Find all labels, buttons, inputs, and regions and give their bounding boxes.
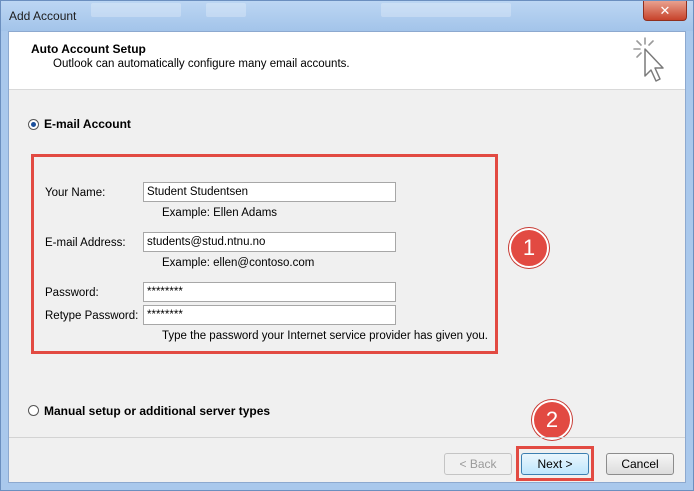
back-button[interactable]: < Back: [444, 453, 512, 475]
close-button[interactable]: ✕: [643, 1, 687, 21]
email-account-label[interactable]: E-mail Account: [44, 117, 131, 131]
dialog-content: Auto Account Setup Outlook can automatic…: [8, 31, 686, 483]
add-account-dialog: Add Account ✕ Auto Account Setup Outlook…: [0, 0, 694, 491]
background-ghost: [91, 3, 181, 17]
annotation-box-form: [31, 154, 498, 354]
window-title: Add Account: [9, 9, 77, 23]
page-title: Auto Account Setup: [31, 42, 146, 56]
annotation-badge-1: 1: [509, 228, 549, 268]
email-account-radio[interactable]: [28, 119, 39, 130]
close-icon: ✕: [659, 2, 671, 18]
next-button[interactable]: Next >: [521, 453, 589, 475]
manual-setup-label[interactable]: Manual setup or additional server types: [44, 404, 270, 418]
cancel-button[interactable]: Cancel: [606, 453, 674, 475]
footer-divider: [9, 437, 685, 438]
annotation-badge-2: 2: [532, 400, 572, 440]
background-ghost: [381, 3, 511, 17]
background-ghost: [206, 3, 246, 17]
title-bar[interactable]: Add Account ✕: [1, 1, 693, 31]
page-subtitle: Outlook can automatically configure many…: [53, 58, 350, 70]
wizard-header: Auto Account Setup Outlook can automatic…: [9, 32, 685, 90]
wizard-cursor-icon: [633, 37, 664, 82]
manual-setup-radio[interactable]: [28, 405, 39, 416]
